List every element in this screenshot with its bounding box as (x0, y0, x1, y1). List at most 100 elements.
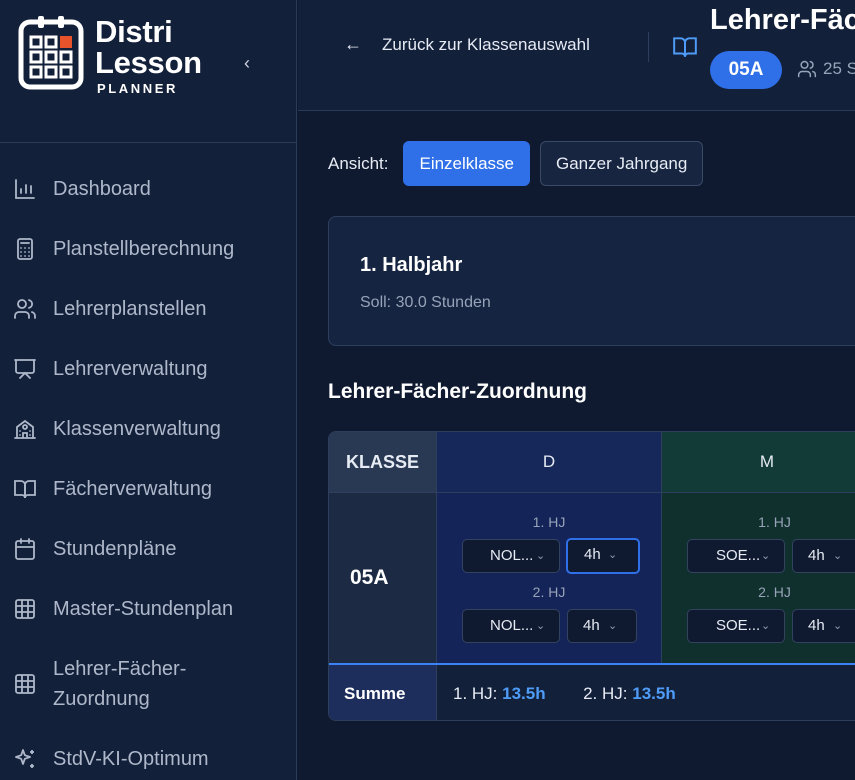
users-icon (14, 299, 36, 319)
book-icon (14, 480, 36, 499)
sidebar-item-label: Lehrer-Fächer- Zuordnung (53, 654, 186, 714)
summary-hj2-label: 2. HJ: (583, 684, 628, 703)
hours-select-d-hj2[interactable]: 4h ⌄ (567, 609, 637, 643)
teacher-select-value: NOL... (490, 617, 534, 634)
teacher-select-d-hj2[interactable]: NOL... ⌄ (462, 609, 560, 643)
teacher-select-d-hj1[interactable]: NOL... ⌄ (462, 539, 560, 573)
sidebar-item-label: Stundenpläne (53, 537, 177, 560)
view-switch: Ansicht: Einzelklasse Ganzer Jahrgang (328, 141, 713, 186)
chevron-down-icon: ⌄ (536, 550, 546, 562)
sidebar-item-label: Fächerverwaltung (53, 477, 212, 500)
chevron-down-icon: ⌄ (761, 620, 771, 632)
logo-subtitle: PLANNER (97, 81, 179, 96)
halfyear-title: 1. Halbjahr (360, 254, 463, 276)
page-title: Lehrer-Fäc (710, 4, 855, 36)
teacher-select-value: SOE... (716, 617, 761, 634)
back-button[interactable]: ← Zurück zur Klassenauswahl (344, 34, 590, 55)
bar-chart-icon (15, 179, 35, 199)
calculator-icon (17, 238, 33, 260)
assignment-cell-m: 1. HJ SOE... ⌄ 4h ⌄ 2. HJ SOE... ⌄ 4h ⌄ (662, 493, 855, 663)
sidebar-item-lehrerverwaltung[interactable]: Lehrerverwaltung (0, 339, 297, 399)
sidebar-item-stdv-ki-optimum[interactable]: StdV-KI-Optimum (0, 729, 297, 780)
hj1-label: 1. HJ (532, 514, 566, 530)
sidebar-item-lehrerplanstellen[interactable]: Lehrerplanstellen (0, 279, 297, 339)
hj2-label: 2. HJ (758, 584, 791, 600)
arrow-left-icon: ← (344, 34, 362, 54)
book-icon (673, 37, 697, 57)
section-title: Lehrer-Fächer-Zuordnung (328, 380, 588, 403)
logo-title-line2: Lesson (95, 45, 202, 80)
chevron-down-icon: ⌄ (761, 550, 771, 562)
sparkles-icon (15, 749, 34, 768)
summary-hj2-value: 13.5h (632, 684, 676, 703)
users-icon (797, 60, 817, 78)
teacher-select-m-hj2[interactable]: SOE... ⌄ (687, 609, 785, 643)
hj1-label: 1. HJ (758, 514, 791, 530)
calendar-icon (15, 538, 35, 560)
halfyear-card[interactable]: 1. Halbjahr Soll: 30.0 Stunden (328, 216, 855, 346)
row-class-name: 05A (329, 493, 437, 663)
sidebar-item-klassenverwaltung[interactable]: Klassenverwaltung (0, 399, 297, 459)
class-badge: 05A (710, 51, 782, 89)
teacher-select-value: SOE... (716, 547, 761, 564)
teacher-select-value: NOL... (490, 547, 534, 564)
sidebar-item-label-line1: Lehrer-Fächer- (53, 658, 187, 680)
back-label: Zurück zur Klassenauswahl (382, 34, 590, 54)
view-label: Ansicht: (328, 153, 389, 173)
logo-title-line1: Distri (95, 14, 173, 49)
column-header-klasse: KLASSE (329, 432, 437, 493)
column-header-subject-d: D (437, 432, 662, 493)
hours-select-d-hj1[interactable]: 4h ⌄ (566, 538, 640, 574)
student-count-text: 25 S (823, 59, 855, 78)
teacher-select-m-hj1[interactable]: SOE... ⌄ (687, 539, 785, 573)
sidebar-item-faecherverwaltung[interactable]: Fächerverwaltung (0, 459, 297, 519)
assignment-table: KLASSE D M 05A 1. HJ NOL... ⌄ 4h ⌄ 2. HJ… (328, 431, 855, 721)
sidebar: Distri Lesson PLANNER ‹ Dashboard Planst… (0, 0, 297, 780)
sidebar-item-label: StdV-KI-Optimum (53, 747, 209, 770)
school-icon (14, 419, 36, 439)
chevron-down-icon: ⌄ (536, 620, 546, 632)
sidebar-item-lehrer-faecher-zuordnung[interactable]: Lehrer-Fächer- Zuordnung (0, 639, 297, 729)
sidebar-item-label: Klassenverwaltung (53, 417, 221, 440)
summary-values: 1. HJ: 13.5h 2. HJ: 13.5h (453, 665, 676, 720)
logo-text: Distri Lesson PLANNER (95, 16, 202, 96)
summary-label: Summe (329, 665, 437, 720)
presentation-icon (14, 359, 36, 379)
summary-hj1-label: 1. HJ: (453, 684, 498, 703)
header-divider (648, 32, 649, 62)
hours-select-value: 4h (808, 617, 825, 634)
student-count: 25 S (797, 59, 855, 79)
logo-area: Distri Lesson PLANNER ‹ (0, 0, 297, 143)
sidebar-item-label-line2: Zuordnung (53, 688, 150, 710)
hours-select-value: 4h (808, 547, 825, 564)
hours-select-m-hj1[interactable]: 4h ⌄ (792, 539, 855, 573)
hours-select-value: 4h (584, 546, 601, 563)
sidebar-item-planstellberechnung[interactable]: Planstellberechnung (0, 219, 297, 279)
sidebar-item-stundenplaene[interactable]: Stundenpläne (0, 519, 297, 579)
sidebar-item-label: Dashboard (53, 177, 151, 200)
chevron-down-icon: ⌄ (608, 620, 618, 632)
view-option-einzelklasse[interactable]: Einzelklasse (403, 141, 530, 186)
sidebar-nav: Dashboard Planstellberechnung Lehrerplan… (0, 159, 297, 780)
sidebar-item-master-stundenplan[interactable]: Master-Stundenplan (0, 579, 297, 639)
hours-select-m-hj2[interactable]: 4h ⌄ (792, 609, 855, 643)
halfyear-target-hours: Soll: 30.0 Stunden (360, 294, 491, 311)
grid-icon (15, 674, 35, 694)
sidebar-item-label: Master-Stundenplan (53, 597, 234, 620)
sidebar-item-dashboard[interactable]: Dashboard (0, 159, 297, 219)
chevron-down-icon: ⌄ (608, 549, 618, 561)
summary-hj1-value: 13.5h (502, 684, 546, 703)
app-logo-icon (18, 16, 84, 90)
column-header-subject-m: M (662, 432, 855, 493)
assignment-cell-d: 1. HJ NOL... ⌄ 4h ⌄ 2. HJ NOL... ⌄ 4h ⌄ (437, 493, 662, 663)
sidebar-item-label: Planstellberechnung (53, 237, 235, 260)
chevron-down-icon: ⌄ (833, 550, 843, 562)
top-header: ← Zurück zur Klassenauswahl Lehrer-Fäc 0… (298, 0, 855, 111)
summary-row: Summe 1. HJ: 13.5h 2. HJ: 13.5h (329, 663, 855, 720)
sidebar-collapse-button[interactable]: ‹ (236, 52, 258, 74)
hj2-label: 2. HJ (532, 584, 566, 600)
chevron-down-icon: ⌄ (833, 620, 843, 632)
sidebar-item-label: Lehrerverwaltung (53, 357, 208, 380)
sidebar-item-label: Lehrerplanstellen (53, 297, 207, 320)
view-option-ganzer-jahrgang[interactable]: Ganzer Jahrgang (539, 141, 704, 186)
